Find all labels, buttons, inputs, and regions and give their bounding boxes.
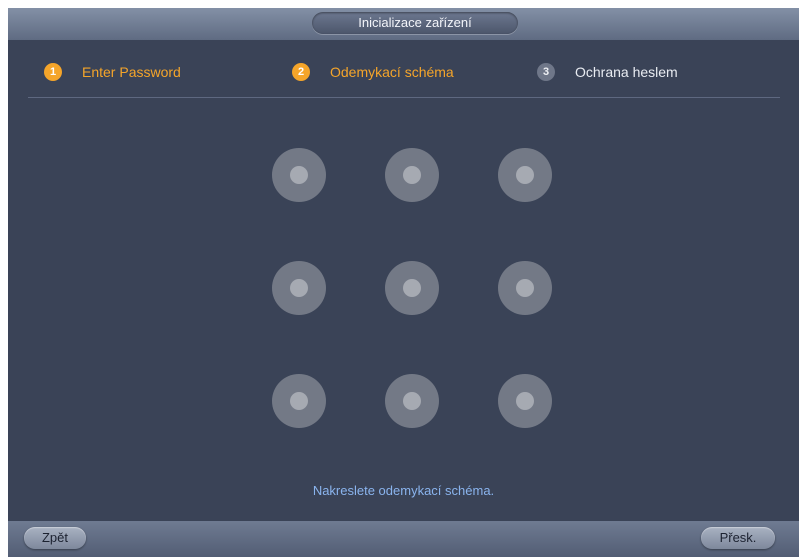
pattern-hint: Nakreslete odemykací schéma. — [312, 483, 495, 498]
pattern-dot-6[interactable] — [498, 261, 552, 315]
pattern-dot-7[interactable] — [272, 374, 326, 428]
pattern-dot-3[interactable] — [498, 148, 552, 202]
back-button[interactable]: Zpět — [24, 527, 86, 549]
footer-bar: Zpět Přesk. — [8, 521, 799, 557]
pattern-dot-2[interactable] — [385, 148, 439, 202]
pattern-dot-5[interactable] — [385, 261, 439, 315]
pattern-dot-9[interactable] — [498, 374, 552, 428]
pattern-dot-4[interactable] — [272, 261, 326, 315]
init-wizard-window: Inicializace zařízení 1 Enter Password 2… — [8, 8, 799, 557]
unlock-pattern-grid[interactable] — [8, 8, 799, 557]
skip-button[interactable]: Přesk. — [701, 527, 775, 549]
pattern-dot-8[interactable] — [385, 374, 439, 428]
pattern-dot-1[interactable] — [272, 148, 326, 202]
